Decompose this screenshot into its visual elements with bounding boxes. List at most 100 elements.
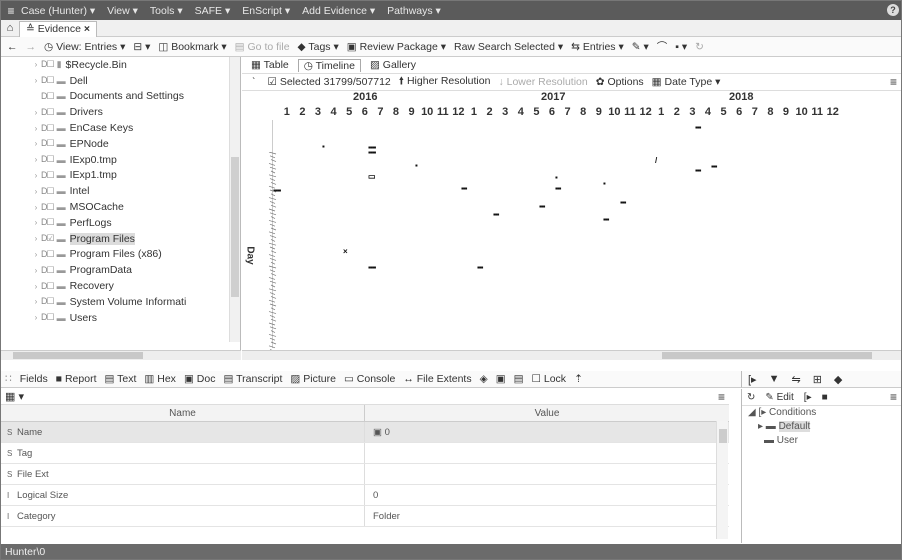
tree-item[interactable]: › D☐ ▬ Intel bbox=[1, 183, 240, 199]
fields-scrollbar[interactable] bbox=[716, 421, 728, 539]
expand-icon[interactable]: › bbox=[31, 266, 41, 275]
column-value-header[interactable]: Value bbox=[365, 405, 729, 421]
collapse-icon[interactable]: ˋ bbox=[252, 76, 256, 88]
condition-user[interactable]: ▬ User bbox=[742, 434, 901, 448]
sort-icon[interactable]: ⇋ bbox=[791, 373, 800, 386]
refresh-icon[interactable]: ↻ bbox=[695, 41, 704, 53]
tree-item[interactable]: › D☐ ▬ Recovery bbox=[1, 278, 240, 294]
menu-safe[interactable]: SAFE ▾ bbox=[195, 5, 231, 17]
timeline-grid[interactable]: ▪▪▪▪ ▪ ▪▪▪▪ ▪▪▪▪ ▪ ▭ ▪▪▪ ▪ ▪▪▪ ▪▪▪ ▪▪▪ ▪ ▪▪▪ ▪▪▪ ▪▪▪ / ▪… bbox=[272, 120, 901, 348]
drag-handle-icon[interactable]: ∷ bbox=[5, 373, 12, 385]
expand-icon[interactable]: › bbox=[31, 187, 41, 196]
tree-checkbox[interactable]: D☐ bbox=[41, 123, 55, 134]
refresh-conditions-icon[interactable]: ↻ bbox=[747, 392, 755, 403]
tree-scroll-thumb[interactable] bbox=[231, 157, 239, 297]
tree-checkbox[interactable]: D☐ bbox=[41, 249, 55, 260]
menu-tools[interactable]: Tools ▾ bbox=[150, 5, 183, 17]
tab-evidence[interactable]: ≙ Evidence × bbox=[19, 20, 98, 37]
tab-text[interactable]: ▤ Text bbox=[104, 373, 136, 385]
tag-filter-icon[interactable]: ◆ bbox=[834, 373, 842, 386]
tree-item[interactable]: › D☐ ▮ $Recycle.Bin bbox=[1, 57, 240, 73]
raw-search-button[interactable]: Raw Search Selected ▾ bbox=[454, 41, 563, 53]
tree-item[interactable]: › D☑ ▬ Program Files bbox=[1, 231, 240, 247]
tree-checkbox[interactable]: D☑ bbox=[41, 233, 55, 244]
copy-icon[interactable]: ▣ bbox=[496, 373, 506, 385]
tab-fields[interactable]: Fields bbox=[20, 373, 48, 385]
tree-item[interactable]: › D☐ ▬ PerfLogs bbox=[1, 215, 240, 231]
tab-doc[interactable]: ▣ Doc bbox=[184, 373, 216, 385]
tab-gallery[interactable]: ▨ Gallery bbox=[365, 59, 421, 71]
edit-icon[interactable]: ✎ ▾ bbox=[632, 41, 649, 53]
tree-checkbox[interactable]: D☐ bbox=[41, 312, 55, 323]
table-row[interactable]: S File Ext bbox=[1, 464, 729, 485]
lock-toggle[interactable]: ☐ Lock bbox=[532, 373, 567, 385]
fields-menu-icon[interactable]: ≡ bbox=[718, 390, 725, 404]
table-row[interactable]: S Tag bbox=[1, 443, 729, 464]
back-icon[interactable]: ← bbox=[7, 41, 18, 53]
expand-icon[interactable]: › bbox=[31, 124, 41, 133]
grid-icon[interactable]: ⊞ bbox=[813, 373, 822, 386]
expand-icon[interactable]: › bbox=[31, 234, 41, 243]
menu-enscript[interactable]: EnScript ▾ bbox=[242, 5, 290, 17]
tab-transcript[interactable]: ▤ Transcript bbox=[223, 373, 282, 385]
event-marker[interactable]: ▪▪▪ bbox=[477, 264, 483, 272]
expand-icon[interactable]: › bbox=[31, 60, 41, 69]
event-marker[interactable]: ▪ bbox=[603, 180, 606, 188]
event-marker[interactable]: ▪▪▪ bbox=[695, 167, 701, 175]
bookmark-button[interactable]: ◫ Bookmark ▾ bbox=[158, 41, 226, 53]
tree-checkbox[interactable]: D☐ bbox=[41, 217, 55, 228]
tab-hex[interactable]: ▥ Hex bbox=[144, 373, 176, 385]
table-options-icon[interactable]: ▦ ▾ bbox=[5, 390, 24, 403]
tree-item[interactable]: › D☐ ▬ System Volume Informati bbox=[1, 294, 240, 310]
expand-icon[interactable]: › bbox=[31, 76, 41, 85]
help-icon[interactable]: ? bbox=[887, 4, 899, 16]
column-name-header[interactable]: Name bbox=[1, 405, 365, 421]
tab-file-extents[interactable]: ↔ File Extents bbox=[403, 373, 471, 385]
event-marker[interactable]: ▪▪▪ bbox=[493, 211, 499, 219]
table-row[interactable]: I Category Folder bbox=[1, 506, 729, 527]
gauge-icon[interactable]: ⌒ bbox=[657, 39, 668, 54]
tree-checkbox[interactable]: D☐ bbox=[41, 107, 55, 118]
tree-item[interactable]: › D☐ ▬ Drivers bbox=[1, 104, 240, 120]
tree-checkbox[interactable]: D☐ bbox=[41, 265, 55, 276]
event-marker[interactable]: ▪ bbox=[322, 143, 325, 151]
date-type-button[interactable]: ▦ Date Type ▾ bbox=[652, 76, 721, 88]
menu-case[interactable]: Case (Hunter) ▾ bbox=[21, 5, 95, 17]
close-icon[interactable]: × bbox=[84, 23, 90, 35]
tree-checkbox[interactable]: D☐ bbox=[41, 170, 55, 181]
tag-icon[interactable]: ◈ bbox=[480, 373, 488, 385]
edit-condition-button[interactable]: ✎ Edit bbox=[765, 392, 793, 403]
fields-scroll-thumb[interactable] bbox=[719, 429, 727, 443]
filter-icon[interactable]: ▼ bbox=[769, 373, 780, 385]
tree-hscroll-thumb[interactable] bbox=[13, 352, 143, 359]
expand-icon[interactable]: › bbox=[31, 218, 41, 227]
selected-toggle[interactable]: ☑ Selected 31799/507712 bbox=[268, 76, 391, 88]
tab-picture[interactable]: ▨ Picture bbox=[290, 373, 336, 385]
home-icon[interactable]: ⌂ bbox=[1, 22, 19, 34]
event-marker[interactable]: ▪▪▪ bbox=[620, 199, 626, 207]
event-marker[interactable]: / bbox=[655, 157, 657, 165]
condition-icon[interactable]: [▸ bbox=[748, 373, 757, 386]
expand-icon[interactable]: › bbox=[31, 171, 41, 180]
menu-add-evidence[interactable]: Add Evidence ▾ bbox=[302, 5, 375, 17]
timeline-horizontal-scrollbar[interactable] bbox=[242, 350, 901, 360]
event-marker[interactable]: ▭ bbox=[368, 173, 376, 181]
menu-view[interactable]: View ▾ bbox=[107, 5, 138, 17]
go-to-file-button[interactable]: ▤ Go to file bbox=[235, 41, 290, 53]
tree-checkbox[interactable]: D☐ bbox=[41, 202, 55, 213]
expand-icon[interactable]: › bbox=[31, 139, 41, 148]
conditions-root[interactable]: ◢ [▸ Conditions bbox=[742, 406, 901, 420]
save-icon[interactable]: ▪ ▾ bbox=[675, 41, 687, 53]
conditions-menu-icon[interactable]: ≡ bbox=[890, 390, 897, 404]
event-marker[interactable]: ▪▪▪▪ bbox=[368, 264, 376, 272]
tab-timeline[interactable]: ◷ Timeline bbox=[297, 58, 361, 72]
expand-icon[interactable]: › bbox=[31, 297, 41, 306]
event-marker[interactable]: ▪ bbox=[415, 162, 418, 170]
table-row[interactable]: I Logical Size 0 bbox=[1, 485, 729, 506]
tree-item[interactable]: › D☐ ▬ IExp1.tmp bbox=[1, 168, 240, 184]
options-button[interactable]: ✿ Options bbox=[596, 76, 644, 88]
expand-icon[interactable]: › bbox=[31, 203, 41, 212]
tree-item[interactable]: › D☐ ▬ EPNode bbox=[1, 136, 240, 152]
tree-checkbox[interactable]: D☐ bbox=[41, 186, 55, 197]
new-condition-icon[interactable]: [▸ bbox=[804, 392, 812, 403]
